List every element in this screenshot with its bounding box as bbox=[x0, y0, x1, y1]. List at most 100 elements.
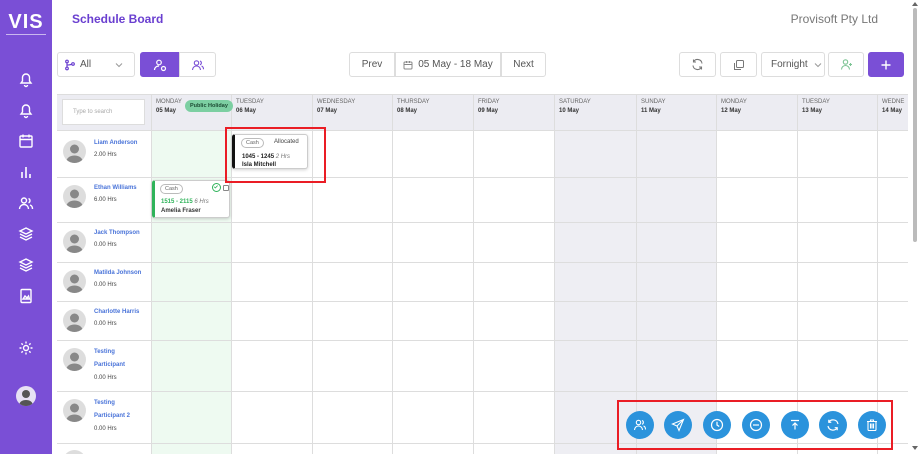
shift-person: Amelia Fraser bbox=[161, 208, 201, 214]
participant-hours: 0.00 Hrs bbox=[94, 375, 117, 381]
day-date: 08 May bbox=[397, 108, 418, 114]
day-name: MONDAY bbox=[156, 99, 182, 105]
scroll-up-arrow[interactable] bbox=[912, 2, 918, 6]
day-date: 07 May bbox=[317, 108, 338, 114]
day-name: TUESDAY bbox=[802, 99, 830, 105]
user-avatar[interactable] bbox=[16, 386, 36, 406]
copy-button[interactable] bbox=[720, 52, 757, 77]
check-circle-icon bbox=[212, 183, 221, 192]
day-date: 14 May bbox=[882, 108, 903, 114]
page-title: Schedule Board bbox=[72, 12, 164, 26]
participant-name[interactable]: Matilda Johnson bbox=[94, 267, 141, 280]
grid-header: Type to search MONDAY 05 May TUESDAY 06 Ma… bbox=[57, 95, 908, 131]
day-name: MONDAY bbox=[721, 99, 747, 105]
day-name: WEDNE bbox=[882, 99, 905, 105]
bell-icon[interactable] bbox=[17, 70, 35, 88]
date-range-value: 05 May - 18 May bbox=[418, 59, 493, 70]
calendar-icon bbox=[403, 60, 413, 69]
day-name: THURSDAY bbox=[397, 99, 430, 105]
highlight-box bbox=[617, 400, 893, 450]
avatar bbox=[63, 270, 86, 293]
day-date: 06 May bbox=[236, 108, 257, 114]
next-label: Next bbox=[513, 59, 534, 70]
avatar bbox=[63, 230, 86, 253]
hierarchy-icon bbox=[65, 59, 75, 70]
search-input[interactable]: Type to search bbox=[62, 99, 145, 125]
participant-row: Matilda Johnson 0.00 Hrs bbox=[57, 263, 908, 302]
participant-name[interactable]: Testing bbox=[94, 346, 115, 359]
avatar bbox=[63, 185, 86, 208]
chevron-down-icon bbox=[814, 62, 822, 67]
participant-name[interactable]: Liam Anderson bbox=[94, 137, 137, 150]
person-settings-icon bbox=[153, 59, 166, 71]
app-logo[interactable]: VIS bbox=[0, 12, 52, 32]
group-view-button[interactable] bbox=[179, 52, 216, 77]
users-icon[interactable] bbox=[17, 194, 35, 212]
gear-icon[interactable] bbox=[17, 339, 35, 357]
users-icon bbox=[191, 59, 204, 70]
day-header: WEDNESDAY 07 May bbox=[312, 95, 355, 131]
add-person-button[interactable] bbox=[828, 52, 864, 77]
participant-name[interactable]: Jack Thompson bbox=[94, 227, 140, 240]
logo-tagline bbox=[6, 34, 46, 36]
chevron-down-icon bbox=[115, 62, 123, 67]
participant-hours: 0.00 Hrs bbox=[94, 242, 117, 248]
scrollbar-thumb[interactable] bbox=[913, 8, 917, 242]
day-header: SATURDAY 10 May bbox=[554, 95, 591, 131]
bar-chart-icon[interactable] bbox=[17, 163, 35, 181]
layers-icon[interactable] bbox=[17, 256, 35, 274]
refresh-button[interactable] bbox=[679, 52, 716, 77]
participant-name[interactable]: Charlotte Harris bbox=[94, 306, 139, 319]
shift-tag: Cash bbox=[160, 184, 183, 194]
shift-time: 1515 - 2115 6 Hrs bbox=[161, 199, 209, 205]
day-header: MONDAY 05 May bbox=[151, 95, 182, 131]
participant-hours: 0.00 Hrs bbox=[94, 426, 117, 432]
day-name: SATURDAY bbox=[559, 99, 591, 105]
plus-icon bbox=[881, 60, 891, 69]
shift-card[interactable]: Cash 1515 - 2115 6 Hrs Amelia Fraser bbox=[152, 180, 230, 218]
participant-row: Jack Thompson 0.00 Hrs bbox=[57, 223, 908, 263]
bell-icon[interactable] bbox=[17, 101, 35, 119]
document-image-icon[interactable] bbox=[17, 287, 35, 305]
day-date: 13 May bbox=[802, 108, 823, 114]
shift-duration: 6 Hrs bbox=[194, 199, 209, 205]
copy-icon bbox=[733, 59, 744, 70]
day-header: FRIDAY 09 May bbox=[473, 95, 500, 131]
scroll-down-arrow[interactable] bbox=[912, 446, 918, 450]
day-date: 11 May bbox=[641, 108, 661, 114]
next-button[interactable]: Next bbox=[501, 52, 546, 77]
avatar bbox=[63, 399, 86, 422]
company-name: Provisoft Pty Ltd bbox=[790, 12, 878, 26]
prev-label: Prev bbox=[361, 59, 383, 70]
day-header: WEDNE 14 May bbox=[877, 95, 904, 131]
calendar-icon[interactable] bbox=[17, 132, 35, 150]
copy-icon[interactable] bbox=[223, 185, 229, 191]
add-button[interactable] bbox=[868, 52, 904, 77]
public-holiday-badge: Public Holiday bbox=[185, 100, 233, 112]
person-view-button[interactable] bbox=[140, 52, 179, 77]
person-add-icon bbox=[840, 59, 852, 70]
filter-dropdown[interactable]: All bbox=[57, 52, 135, 77]
participant-name[interactable]: Testing bbox=[94, 397, 115, 410]
prev-button[interactable]: Prev bbox=[349, 52, 395, 77]
participant-name-line2[interactable]: Participant 2 bbox=[94, 410, 130, 423]
day-header: MONDAY 12 May bbox=[716, 95, 747, 131]
day-date: 05 May bbox=[156, 108, 177, 114]
filter-value: All bbox=[80, 59, 92, 70]
avatar bbox=[63, 348, 86, 371]
participant-hours: 6.00 Hrs bbox=[94, 197, 117, 203]
participant-row: Testing Participant 0.00 Hrs bbox=[57, 341, 908, 392]
participant-name[interactable]: Ethan Williams bbox=[94, 182, 137, 195]
period-value: Fornight bbox=[771, 59, 808, 70]
participant-name-line2[interactable]: Participant bbox=[94, 359, 125, 372]
day-name: TUESDAY bbox=[236, 99, 264, 105]
date-range-picker[interactable]: 05 May - 18 May bbox=[395, 52, 501, 77]
layers-icon[interactable] bbox=[17, 225, 35, 243]
vertical-scrollbar[interactable] bbox=[912, 2, 918, 450]
sidebar: VIS bbox=[0, 0, 52, 454]
avatar bbox=[63, 450, 86, 454]
shift-time-range: 1515 - 2115 bbox=[161, 199, 193, 205]
day-name: SUNDAY bbox=[641, 99, 666, 105]
period-dropdown[interactable]: Fornight bbox=[761, 52, 825, 77]
highlight-box bbox=[225, 127, 326, 183]
